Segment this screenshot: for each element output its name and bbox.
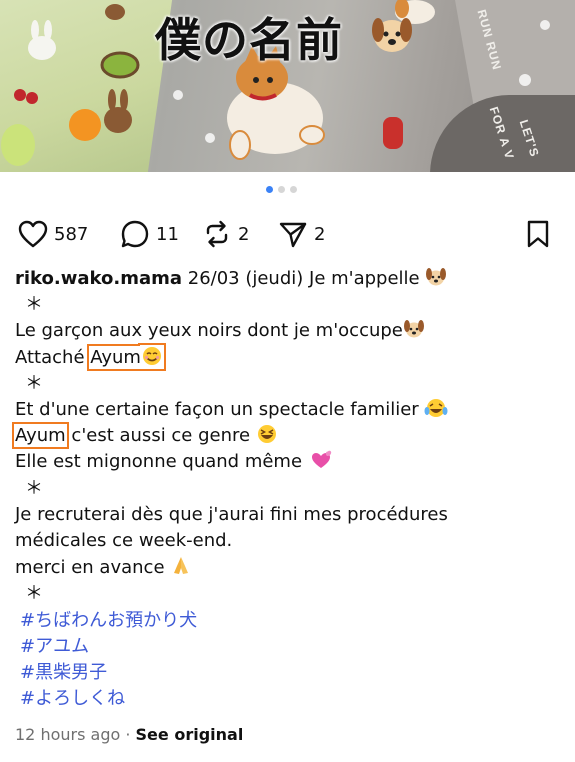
- share-count: 2: [314, 223, 326, 245]
- caption-text: c'est aussi ce genre: [71, 425, 256, 447]
- send-icon: [279, 222, 307, 248]
- hashtag-2[interactable]: #アユム: [15, 634, 565, 660]
- photo-overlay-title: 僕の名前: [155, 13, 343, 67]
- caption-line-facon: Et d'une certaine façon un spectacle fam…: [15, 397, 565, 423]
- name-ayum: Ayum: [90, 346, 141, 368]
- post-caption: riko.wako.mama 26/03 (jeudi) Je m'appell…: [12, 266, 565, 712]
- caption-separator: ＊: [25, 583, 43, 605]
- caption-line-garcon: Le garçon aux yeux noirs dont je m'occup…: [15, 318, 565, 344]
- caption-line-recruterai: Je recruterai dès que j'aurai fini mes p…: [15, 503, 448, 525]
- author-username[interactable]: riko.wako.mama: [15, 268, 182, 289]
- bookmark-icon: [527, 220, 549, 248]
- caption-text: Le garçon aux yeux noirs dont je m'occup…: [15, 320, 403, 342]
- action-bar: 587 11 2 2: [16, 216, 559, 252]
- repost-icon: [206, 220, 228, 248]
- caption-line-attache: Attaché Ayum: [15, 343, 565, 371]
- repost-count: 2: [238, 223, 250, 245]
- caption-separator: ＊: [25, 294, 43, 316]
- smiling-face-emoji-icon: [142, 346, 161, 365]
- comment-count: 11: [156, 223, 179, 245]
- post-timestamp: 12 hours ago: [15, 725, 121, 744]
- caption-line-mignonne: Elle est mignonne quand même: [15, 449, 565, 475]
- caption-separator: ＊: [25, 372, 43, 394]
- highlighted-name-ayum: Ayum: [87, 343, 166, 371]
- caption-text: Et d'une certaine façon un spectacle fam…: [15, 399, 425, 421]
- comment-button[interactable]: 11: [120, 216, 179, 252]
- see-original-link[interactable]: See original: [136, 725, 244, 744]
- dog-face-emoji-icon: [426, 268, 447, 286]
- caption-text: Elle est mignonne quand même: [15, 451, 308, 473]
- caption-text: merci en avance: [15, 557, 171, 579]
- two-hearts-emoji-icon: [311, 451, 331, 469]
- post-meta: 12 hours ago · See original: [15, 725, 243, 744]
- repost-button[interactable]: 2: [202, 216, 249, 252]
- pager-dot-1[interactable]: [266, 186, 273, 193]
- bookmark-button[interactable]: [524, 216, 552, 252]
- grinning-squinting-emoji-icon: [257, 425, 276, 444]
- pager-dot-3[interactable]: [290, 186, 297, 193]
- caption-line-genre: Ayum c'est aussi ce genre: [12, 422, 565, 450]
- caption-header-line: riko.wako.mama 26/03 (jeudi) Je m'appell…: [15, 266, 565, 292]
- caption-header-text: 26/03 (jeudi) Je m'appelle: [182, 268, 426, 289]
- carousel-pager: [266, 186, 297, 193]
- like-button[interactable]: 587: [18, 216, 88, 252]
- heart-icon: [18, 220, 48, 248]
- caption-text: Attaché: [15, 346, 91, 368]
- hashtag-1[interactable]: #ちばわんお預かり犬: [15, 608, 565, 634]
- tears-of-joy-emoji-icon: [424, 399, 448, 418]
- folded-hands-emoji-icon: [174, 557, 189, 575]
- comment-icon: [121, 220, 149, 248]
- caption-line-merci: merci en avance: [15, 554, 565, 581]
- post-photo[interactable]: 僕の名前 RUN RUN LET'S FOR A V: [0, 0, 575, 172]
- caption-line-medicales: médicales ce week-end.: [15, 530, 233, 552]
- share-button[interactable]: 2: [278, 216, 325, 252]
- hashtag-4[interactable]: #よろしくね: [15, 686, 565, 712]
- like-count: 587: [54, 223, 89, 245]
- highlighted-name-ayum: Ayum: [12, 422, 69, 450]
- meta-separator: ·: [120, 725, 136, 744]
- hashtag-3[interactable]: #黒柴男子: [15, 660, 565, 686]
- dog-face-emoji-icon: [403, 320, 424, 338]
- caption-separator: ＊: [25, 477, 43, 499]
- pager-dot-2[interactable]: [278, 186, 285, 193]
